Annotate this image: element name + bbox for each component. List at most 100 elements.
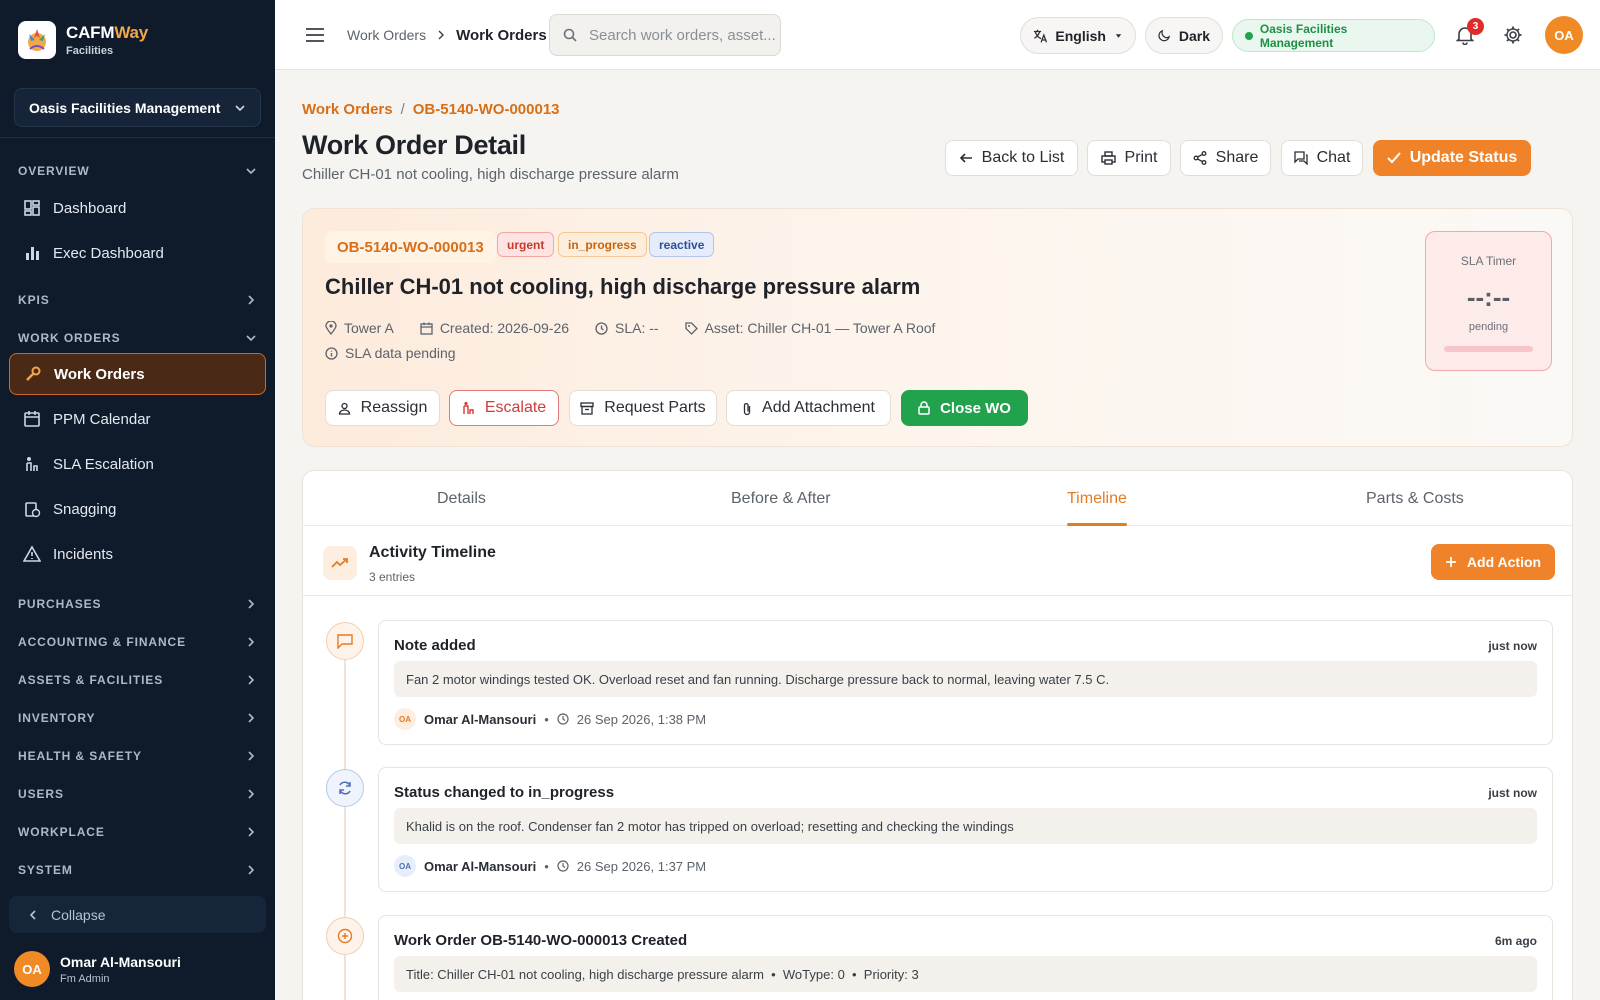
add-action-button[interactable]: Add Action bbox=[1431, 544, 1555, 580]
nav-section-accounting[interactable]: ACCOUNTING & FINANCE bbox=[18, 635, 257, 649]
bar-chart-icon bbox=[26, 247, 39, 260]
brand[interactable]: CAFMWay Facilities bbox=[0, 0, 275, 80]
print-button[interactable]: Print bbox=[1087, 140, 1171, 176]
hamburger-icon bbox=[306, 28, 324, 42]
logo-icon bbox=[18, 21, 56, 59]
chevron-right-icon bbox=[438, 30, 445, 40]
sidebar-item-incidents[interactable]: Incidents bbox=[9, 533, 266, 575]
chevron-down-icon bbox=[246, 335, 256, 342]
sidebar-item-sla-escalation[interactable]: SLA Escalation bbox=[9, 443, 266, 485]
nav-section-work-orders[interactable]: WORK ORDERS bbox=[18, 331, 257, 345]
nav-section-system[interactable]: SYSTEM bbox=[18, 863, 257, 877]
entry-author: OA Omar Al-Mansouri • 26 Sep 2026, 1:38 … bbox=[394, 708, 706, 730]
location-text: Tower A bbox=[344, 320, 394, 336]
sidebar-item-label: Snagging bbox=[53, 500, 117, 518]
search-input[interactable]: Search work orders, asset... bbox=[549, 14, 781, 56]
update-status-label: Update Status bbox=[1409, 149, 1518, 166]
org-status-badge[interactable]: Oasis Facilities Management bbox=[1232, 19, 1435, 52]
entry-time: 6m ago bbox=[1494, 934, 1537, 948]
theme-toggle[interactable]: Dark bbox=[1145, 17, 1223, 54]
back-to-list-button[interactable]: Back to List bbox=[945, 140, 1078, 176]
breadcrumb-parent[interactable]: Work Orders bbox=[347, 27, 426, 43]
sidebar-item-work-orders[interactable]: Work Orders bbox=[9, 353, 266, 395]
paperclip-icon bbox=[743, 402, 751, 415]
entry-body: Fan 2 motor windings tested OK. Overload… bbox=[394, 661, 1537, 697]
sidebar-user[interactable]: OA Omar Al-Mansouri Fm Admin bbox=[14, 951, 181, 987]
language-select[interactable]: English bbox=[1020, 17, 1136, 54]
breadcrumb-separator: / bbox=[400, 101, 405, 118]
entry-title: Note added bbox=[394, 637, 476, 654]
chevron-right-icon bbox=[248, 827, 255, 837]
comment-icon bbox=[326, 622, 364, 660]
nav-section-purchases[interactable]: PURCHASES bbox=[18, 597, 257, 611]
share-button[interactable]: Share bbox=[1180, 140, 1271, 176]
chevron-right-icon bbox=[248, 295, 255, 305]
entry-datetime: 26 Sep 2026, 1:37 PM bbox=[576, 858, 707, 874]
moon-icon bbox=[1158, 29, 1171, 42]
gear-icon bbox=[1504, 26, 1522, 44]
search-icon bbox=[563, 28, 577, 42]
sla-timer-card: SLA Timer --:-- pending bbox=[1425, 231, 1552, 371]
chevron-right-icon bbox=[248, 865, 255, 875]
org-selector[interactable]: Oasis Facilities Management bbox=[14, 88, 261, 127]
update-status-button[interactable]: Update Status bbox=[1373, 140, 1531, 176]
sidebar-item-dashboard[interactable]: Dashboard bbox=[9, 187, 266, 229]
sidebar-item-snagging[interactable]: Snagging bbox=[9, 488, 266, 530]
tab-details[interactable]: Details bbox=[437, 471, 486, 526]
user-icon bbox=[338, 402, 350, 415]
timeline-entry: Status changed to in_progress just now K… bbox=[378, 767, 1553, 892]
nav-section-assets[interactable]: ASSETS & FACILITIES bbox=[18, 673, 257, 687]
nav-section-users[interactable]: USERS bbox=[18, 787, 257, 801]
nav-section-health-safety[interactable]: HEALTH & SAFETY bbox=[18, 749, 257, 763]
sidebar-item-exec-dashboard[interactable]: Exec Dashboard bbox=[9, 232, 266, 274]
caret-down-icon bbox=[1115, 33, 1122, 38]
escalate-button[interactable]: Escalate bbox=[449, 390, 559, 426]
request-parts-button[interactable]: Request Parts bbox=[569, 390, 717, 426]
timeline-title: Activity Timeline bbox=[369, 544, 496, 561]
sla-note: SLA data pending bbox=[325, 345, 456, 361]
collapse-sidebar-button[interactable]: Collapse bbox=[9, 896, 266, 933]
share-label: Share bbox=[1215, 149, 1259, 166]
notifications-button[interactable]: 3 bbox=[1456, 0, 1484, 70]
user-role: Fm Admin bbox=[60, 972, 110, 985]
nav-section-kpis[interactable]: KPIS bbox=[18, 293, 257, 307]
breadcrumb-root-link[interactable]: Work Orders bbox=[302, 101, 393, 118]
user-avatar-button[interactable]: OA bbox=[1545, 16, 1583, 54]
add-attachment-button[interactable]: Add Attachment bbox=[726, 390, 891, 426]
settings-button[interactable] bbox=[1503, 0, 1523, 70]
org-status-label: Oasis Facilities Management bbox=[1259, 21, 1348, 50]
plus-circle-icon bbox=[326, 917, 364, 955]
chat-button[interactable]: Chat bbox=[1281, 140, 1363, 176]
chevron-right-icon bbox=[248, 713, 255, 723]
tab-timeline[interactable]: Timeline bbox=[1067, 471, 1127, 526]
close-wo-button[interactable]: Close WO bbox=[901, 390, 1028, 426]
theme-label: Dark bbox=[1178, 27, 1210, 44]
clipboard-clock-icon bbox=[25, 502, 41, 518]
tab-before-after[interactable]: Before & After bbox=[731, 471, 831, 526]
share-icon bbox=[1193, 151, 1207, 165]
sidebar-item-label: SLA Escalation bbox=[53, 455, 154, 473]
status-dot-icon bbox=[1245, 31, 1253, 40]
avatar: OA bbox=[14, 951, 50, 987]
language-label: English bbox=[1055, 27, 1106, 44]
dashboard-icon bbox=[24, 200, 40, 216]
entry-author: OA Omar Al-Mansouri • 26 Sep 2026, 1:37 … bbox=[394, 855, 706, 877]
plus-icon bbox=[1445, 557, 1456, 567]
sidebar-item-ppm-calendar[interactable]: PPM Calendar bbox=[9, 398, 266, 440]
translate-icon bbox=[1033, 29, 1048, 43]
nav-section-overview[interactable]: OVERVIEW bbox=[18, 164, 257, 178]
avatar: OA bbox=[394, 855, 416, 877]
avatar: OA bbox=[394, 708, 416, 730]
nav-section-workplace[interactable]: WORKPLACE bbox=[18, 825, 257, 839]
tab-parts-costs[interactable]: Parts & Costs bbox=[1366, 471, 1464, 526]
nav-section-inventory[interactable]: INVENTORY bbox=[18, 711, 257, 725]
menu-button[interactable] bbox=[305, 0, 325, 70]
type-badge: reactive bbox=[649, 232, 715, 257]
breadcrumb-code-link[interactable]: OB-5140-WO-000013 bbox=[413, 101, 560, 118]
sla-timer-state: pending bbox=[1468, 321, 1509, 333]
chevron-down-icon bbox=[246, 168, 256, 175]
calendar-icon bbox=[420, 322, 433, 335]
entry-time: just now bbox=[1488, 639, 1537, 653]
reassign-button[interactable]: Reassign bbox=[325, 390, 440, 426]
back-label: Back to List bbox=[981, 149, 1065, 166]
